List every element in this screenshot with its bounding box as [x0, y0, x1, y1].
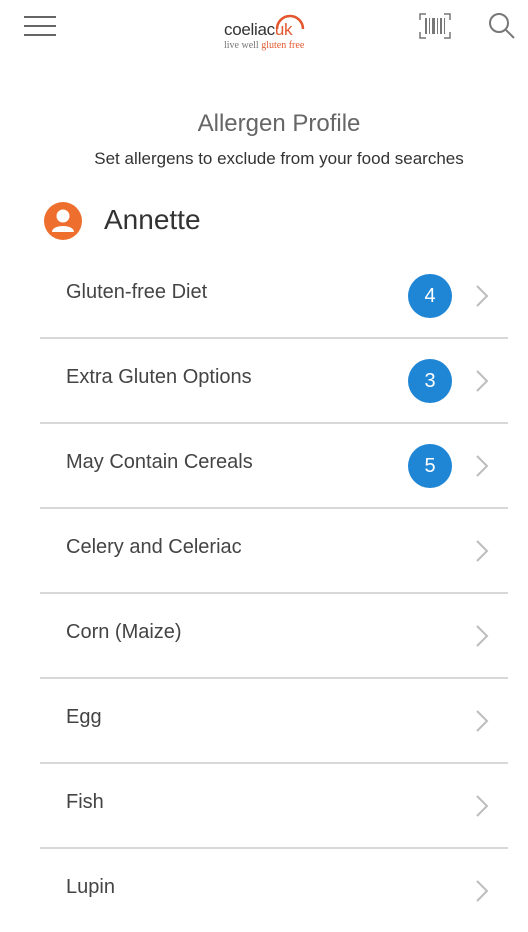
allergen-label: Corn (Maize)	[66, 621, 182, 643]
allergen-label: Fish	[66, 791, 104, 813]
hamburger-icon-line	[24, 34, 56, 36]
allergen-row[interactable]: Corn (Maize)	[40, 594, 508, 679]
hamburger-icon-line	[24, 25, 56, 27]
logo-tagline: live well gluten free	[224, 40, 305, 51]
coeliac-uk-logo[interactable]: coeliacuk live well gluten free	[222, 8, 326, 54]
count-badge: 5	[408, 444, 452, 488]
chevron-right-icon	[476, 625, 489, 647]
allergen-row[interactable]: Lupin	[40, 849, 508, 932]
profile-name: Annette	[104, 204, 201, 235]
allergen-label: Lupin	[66, 876, 115, 898]
allergen-label: May Contain Cereals	[66, 451, 253, 473]
barcode-scan-icon	[419, 13, 451, 39]
menu-button[interactable]	[24, 13, 58, 39]
chevron-right-icon	[476, 285, 489, 307]
allergen-row[interactable]: Celery and Celeriac	[40, 509, 508, 594]
allergen-label: Egg	[66, 706, 102, 728]
user-icon	[44, 202, 82, 240]
chevron-right-icon	[476, 455, 489, 477]
count-badge: 4	[408, 274, 452, 318]
allergen-label: Gluten-free Diet	[66, 281, 208, 303]
search-icon	[489, 13, 515, 39]
page-title: Allergen Profile	[197, 110, 361, 137]
logo-wordmark: coeliacuk	[224, 20, 293, 39]
allergen-row[interactable]: May Contain Cereals 5	[40, 424, 508, 509]
search-button[interactable]	[486, 10, 518, 42]
count-badge: 3	[408, 359, 452, 403]
allergen-row[interactable]: Fish	[40, 764, 508, 849]
page-subtitle: Set allergens to exclude from your food …	[94, 149, 464, 168]
allergen-label: Extra Gluten Options	[66, 366, 252, 388]
barcode-scan-button[interactable]	[418, 12, 452, 40]
chevron-right-icon	[476, 540, 489, 562]
allergen-label: Celery and Celeriac	[66, 536, 242, 558]
top-bar: coeliacuk live well gluten free	[0, 0, 528, 60]
chevron-right-icon	[476, 710, 489, 732]
chevron-right-icon	[476, 880, 489, 902]
allergen-row[interactable]: Extra Gluten Options 3	[40, 339, 508, 424]
allergen-row[interactable]: Egg	[40, 679, 508, 764]
hamburger-icon-line	[24, 16, 56, 18]
allergen-list: Gluten-free Diet 4 Extra Gluten Options …	[40, 254, 508, 932]
allergen-row[interactable]: Gluten-free Diet 4	[40, 254, 508, 339]
chevron-right-icon	[476, 795, 489, 817]
chevron-right-icon	[476, 370, 489, 392]
